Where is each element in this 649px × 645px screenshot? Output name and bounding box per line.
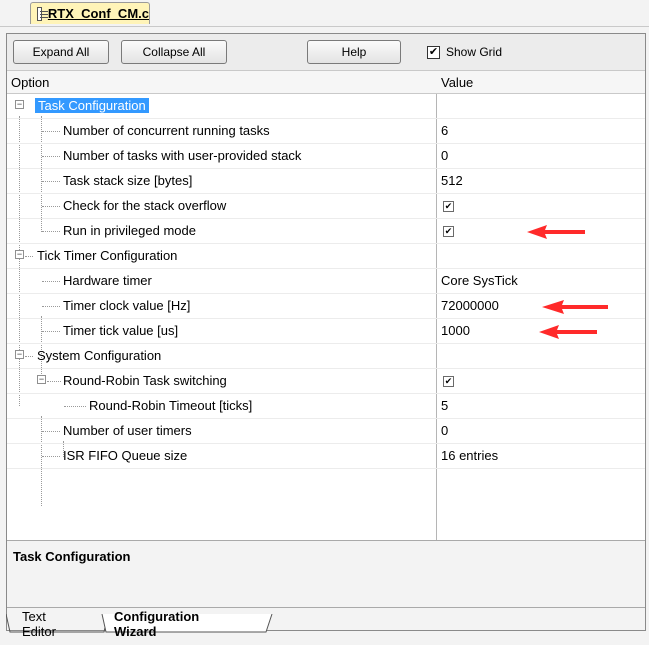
table-row[interactable]: Number of concurrent running tasks 6 bbox=[7, 119, 645, 144]
header-option: Option bbox=[11, 75, 50, 90]
tree-line bbox=[47, 381, 61, 382]
option-checkbox[interactable]: ✔ bbox=[443, 201, 454, 212]
tree-line bbox=[42, 331, 60, 332]
help-button[interactable]: Help bbox=[307, 40, 401, 64]
option-value[interactable]: 16 entries bbox=[441, 448, 498, 463]
grid-header: Option Value bbox=[7, 71, 645, 94]
show-grid-toggle[interactable]: ✔ Show Grid bbox=[427, 45, 502, 59]
option-label: System Configuration bbox=[37, 348, 162, 363]
tree-line bbox=[42, 456, 60, 457]
table-row[interactable]: Timer clock value [Hz] 72000000 bbox=[7, 294, 645, 319]
option-value[interactable]: 72000000 bbox=[441, 298, 499, 313]
option-label: Task Configuration bbox=[35, 98, 149, 113]
option-label: Round-Robin Task switching bbox=[63, 373, 227, 388]
show-grid-label: Show Grid bbox=[446, 45, 503, 59]
option-label: Hardware timer bbox=[63, 273, 152, 288]
table-row[interactable]: − System Configuration bbox=[7, 344, 645, 369]
description-panel: Task Configuration bbox=[7, 541, 645, 608]
tab-configuration-wizard[interactable]: Configuration Wizard bbox=[106, 609, 207, 639]
tree-line bbox=[42, 131, 60, 132]
option-label: ISR FIFO Queue size bbox=[63, 448, 188, 463]
file-tab-label: RTX_Conf_CM.c bbox=[47, 6, 149, 21]
tree-line bbox=[42, 156, 60, 157]
table-row[interactable]: − Tick Timer Configuration bbox=[7, 244, 645, 269]
table-row[interactable]: Check for the stack overflow ✔ bbox=[7, 194, 645, 219]
option-label: Timer tick value [us] bbox=[63, 323, 179, 338]
header-value: Value bbox=[441, 75, 474, 90]
tree-line bbox=[42, 206, 60, 207]
table-row[interactable]: Number of tasks with user-provided stack… bbox=[7, 144, 645, 169]
table-row[interactable]: ISR FIFO Queue size 16 entries bbox=[7, 444, 645, 469]
table-row[interactable]: − Task Configuration bbox=[7, 94, 645, 119]
option-value[interactable]: 1000 bbox=[441, 323, 470, 338]
table-row[interactable]: Timer tick value [us] 1000 bbox=[7, 319, 645, 344]
table-row[interactable]: − Round-Robin Task switching ✔ bbox=[7, 369, 645, 394]
file-tab[interactable]: RTX_Conf_CM.c bbox=[30, 2, 150, 24]
collapse-toggle-icon[interactable]: − bbox=[37, 375, 46, 384]
tree-line bbox=[42, 231, 60, 232]
option-label: Check for the stack overflow bbox=[63, 198, 227, 213]
configuration-wizard-panel: Expand All Collapse All Help ✔ Show Grid… bbox=[6, 33, 646, 631]
collapse-all-button[interactable]: Collapse All bbox=[121, 40, 227, 64]
option-value[interactable]: 5 bbox=[441, 398, 448, 413]
collapse-toggle-icon[interactable]: − bbox=[15, 100, 24, 109]
options-grid: Option Value − Task Configuration Number… bbox=[7, 71, 645, 541]
red-arrow-annotation bbox=[539, 325, 597, 339]
option-value[interactable]: 0 bbox=[441, 148, 448, 163]
tree-line bbox=[25, 256, 33, 257]
option-value[interactable]: 512 bbox=[441, 173, 463, 188]
option-label: Task stack size [bytes] bbox=[63, 173, 193, 188]
table-row[interactable]: Round-Robin Timeout [ticks] 5 bbox=[7, 394, 645, 419]
option-label: Timer clock value [Hz] bbox=[63, 298, 191, 313]
tree-line bbox=[42, 181, 60, 182]
option-label: Run in privileged mode bbox=[63, 223, 196, 238]
document-icon bbox=[37, 6, 48, 21]
tree-line bbox=[64, 406, 86, 407]
tree-line bbox=[25, 356, 33, 357]
red-arrow-annotation bbox=[527, 225, 585, 239]
option-label: Number of tasks with user-provided stack bbox=[63, 148, 302, 163]
option-label: Number of concurrent running tasks bbox=[63, 123, 270, 138]
option-label: Tick Timer Configuration bbox=[37, 248, 178, 263]
tab-text-editor[interactable]: Text Editor bbox=[14, 609, 64, 639]
collapse-toggle-icon[interactable]: − bbox=[15, 350, 24, 359]
tree-line bbox=[42, 431, 60, 432]
option-label: Round-Robin Timeout [ticks] bbox=[89, 398, 253, 413]
red-arrow-annotation bbox=[542, 300, 608, 314]
expand-all-button[interactable]: Expand All bbox=[13, 40, 109, 64]
show-grid-checkbox[interactable]: ✔ bbox=[427, 45, 440, 59]
option-checkbox[interactable]: ✔ bbox=[443, 226, 454, 237]
option-value[interactable]: 6 bbox=[441, 123, 448, 138]
file-tab-bar: RTX_Conf_CM.c bbox=[0, 0, 649, 27]
option-value[interactable]: Core SysTick bbox=[441, 273, 518, 288]
tree-line bbox=[42, 281, 60, 282]
description-title: Task Configuration bbox=[13, 549, 131, 564]
tree-line bbox=[42, 306, 60, 307]
table-row[interactable]: Run in privileged mode ✔ bbox=[7, 219, 645, 244]
table-row[interactable]: Task stack size [bytes] 512 bbox=[7, 169, 645, 194]
option-label: Number of user timers bbox=[63, 423, 192, 438]
collapse-toggle-icon[interactable]: − bbox=[15, 250, 24, 259]
toolbar: Expand All Collapse All Help ✔ Show Grid bbox=[7, 34, 645, 71]
option-value[interactable]: 0 bbox=[441, 423, 448, 438]
option-checkbox[interactable]: ✔ bbox=[443, 376, 454, 387]
table-row[interactable]: Number of user timers 0 bbox=[7, 419, 645, 444]
table-row[interactable]: Hardware timer Core SysTick bbox=[7, 269, 645, 294]
